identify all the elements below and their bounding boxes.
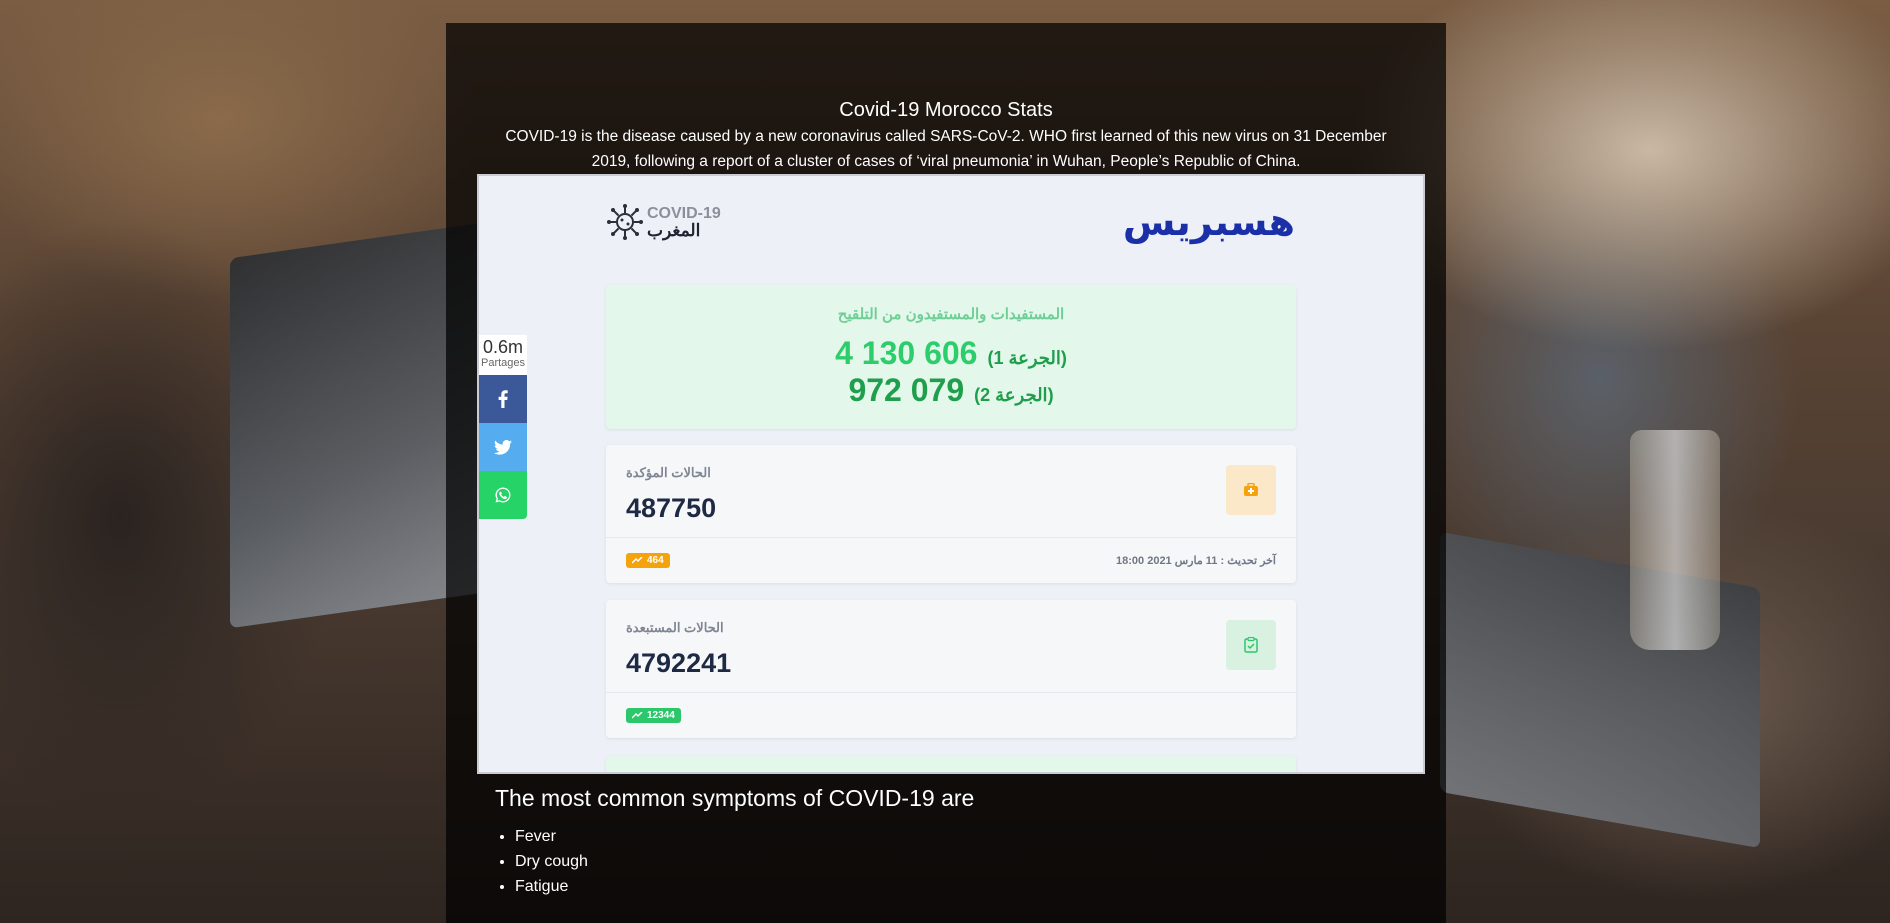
confirmed-badge: 464 <box>626 553 670 568</box>
confirmed-label: الحالات المؤكدة <box>626 465 711 480</box>
share-count: 0.6m Partages <box>479 335 527 375</box>
trend-up-icon <box>632 557 643 564</box>
list-item: Dry cough <box>515 849 588 874</box>
confirmed-cases-card: الحالات المؤكدة 487750 464 آخر تحديث : 1… <box>606 445 1296 583</box>
facebook-share-button[interactable] <box>479 375 527 423</box>
medical-kit-icon <box>1226 465 1276 515</box>
covid-stats-embed[interactable]: COVID-19 المغرب هسبريس المستفيدات والمست… <box>477 174 1425 774</box>
dose2-value: 972 079 <box>848 372 965 408</box>
trend-up-icon <box>632 712 643 719</box>
page-title: Covid-19 Morocco Stats <box>839 99 1053 121</box>
list-item: Fever <box>515 824 588 849</box>
excluded-label: الحالات المستبعدة <box>626 620 724 635</box>
dose2-row: 972 079 (الجرعة 2) <box>606 372 1296 409</box>
symptoms-heading: The most common symptoms of COVID-19 are <box>495 785 975 811</box>
list-item: Fatigue <box>515 874 588 899</box>
dose1-value: 4 130 606 <box>835 335 978 371</box>
logo-text-en: COVID-19 <box>647 205 721 222</box>
excluded-badge-value: 12344 <box>647 710 675 721</box>
intro-paragraph: COVID-19 is the disease caused by a new … <box>505 128 1387 170</box>
logo-text-ar: المغرب <box>647 221 701 240</box>
facebook-icon <box>498 390 508 408</box>
last-updated: آخر تحديث : 11 مارس 2021 18:00 <box>1116 555 1276 567</box>
twitter-icon <box>494 439 512 455</box>
share-count-label: Partages <box>480 357 526 369</box>
dose1-row: 4 130 606 (الجرعة 1) <box>606 335 1296 372</box>
twitter-share-button[interactable] <box>479 423 527 471</box>
card-divider <box>606 537 1296 538</box>
card-divider <box>606 692 1296 693</box>
background-glass <box>1630 430 1720 650</box>
whatsapp-share-button[interactable] <box>479 471 527 519</box>
share-bar: 0.6m Partages <box>479 335 527 519</box>
confirmed-value: 487750 <box>626 493 717 523</box>
dose2-label: (الجرعة 2) <box>974 385 1054 405</box>
dose1-label: (الجرعة 1) <box>987 348 1067 368</box>
excluded-badge: 12344 <box>626 708 681 723</box>
symptoms-list: Fever Dry cough Fatigue <box>495 824 588 899</box>
clipboard-check-icon <box>1226 620 1276 670</box>
covid19-morocco-logo: COVID-19 المغرب <box>607 204 721 240</box>
confirmed-badge-value: 464 <box>647 555 664 566</box>
share-count-value: 0.6m <box>482 337 524 357</box>
vaccination-card: المستفيدات والمستفيدون من التلقيح 4 130 … <box>606 285 1296 429</box>
excluded-cases-card: الحالات المستبعدة 4792241 12344 <box>606 600 1296 738</box>
virus-icon <box>607 204 643 240</box>
excluded-value: 4792241 <box>626 648 732 678</box>
next-stat-card <box>606 756 1296 772</box>
hespress-logo[interactable]: هسبريس <box>1123 200 1297 244</box>
vaccination-title: المستفيدات والمستفيدون من التلقيح <box>837 306 1065 323</box>
whatsapp-icon <box>495 487 511 503</box>
